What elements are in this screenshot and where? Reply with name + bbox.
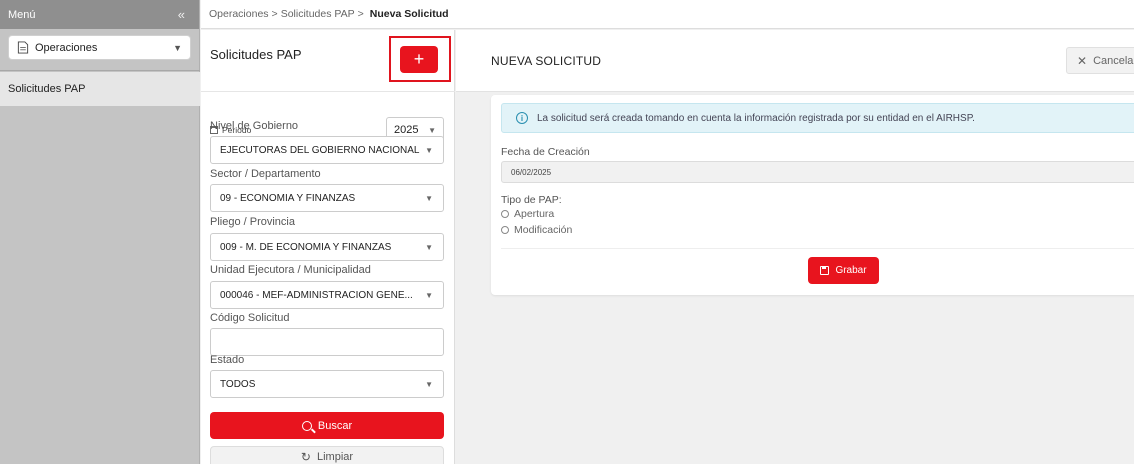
sector-value: 09 - ECONOMIA Y FINANZAS bbox=[220, 192, 356, 204]
add-button[interactable]: + bbox=[400, 46, 438, 73]
radio-circle-icon bbox=[501, 226, 509, 234]
pliego-select[interactable]: 009 - M. DE ECONOMIA Y FINANZAS ▼ bbox=[210, 233, 444, 261]
double-chevron-left-icon[interactable]: « bbox=[178, 7, 185, 22]
radio-apertura-label: Apertura bbox=[514, 208, 555, 220]
info-message: La solicitud será creada tomando en cuen… bbox=[537, 112, 975, 124]
sidebar-divider bbox=[0, 70, 200, 71]
sidebar-item-label: Solicitudes PAP bbox=[8, 83, 86, 95]
module-select[interactable]: Operaciones ▼ bbox=[8, 35, 191, 60]
breadcrumb-separator: > bbox=[271, 8, 278, 20]
sidebar-header: Menú « bbox=[0, 0, 199, 29]
breadcrumb-item-operaciones[interactable]: Operaciones bbox=[209, 8, 269, 20]
breadcrumb-separator: > bbox=[357, 8, 364, 20]
unidad-label: Unidad Ejecutora / Municipalidad bbox=[210, 264, 371, 276]
panel-divider bbox=[201, 91, 455, 92]
buscar-button[interactable]: Buscar bbox=[210, 412, 444, 439]
module-select-label: Operaciones bbox=[35, 41, 98, 54]
panel-title: Solicitudes PAP bbox=[210, 47, 302, 62]
caret-down-icon: ▼ bbox=[425, 145, 433, 155]
limpiar-button[interactable]: ↻ Limpiar bbox=[210, 446, 444, 464]
caret-down-icon: ▼ bbox=[425, 242, 433, 252]
grabar-button[interactable]: Grabar bbox=[808, 257, 879, 284]
filter-panel: Solicitudes PAP + Periodo 2025 ▼ Nivel d… bbox=[201, 30, 455, 464]
sidebar-item-solicitudes-pap[interactable]: Solicitudes PAP bbox=[0, 72, 200, 106]
nivel-select[interactable]: EJECUTORAS DEL GOBIERNO NACIONAL ▼ bbox=[210, 136, 444, 164]
breadcrumb-item-solicitudes[interactable]: Solicitudes PAP bbox=[281, 8, 355, 20]
close-icon: ✕ bbox=[1077, 53, 1088, 68]
nivel-value: EJECUTORAS DEL GOBIERNO NACIONAL bbox=[220, 144, 420, 156]
sector-select[interactable]: 09 - ECONOMIA Y FINANZAS ▼ bbox=[210, 184, 444, 212]
chevron-down-icon: ▼ bbox=[173, 42, 182, 53]
caret-down-icon: ▼ bbox=[425, 379, 433, 389]
fecha-label: Fecha de Creación bbox=[501, 146, 590, 158]
unidad-value: 000046 - MEF-ADMINISTRACION GENE... bbox=[220, 289, 413, 301]
radio-modificacion[interactable]: Modificación bbox=[501, 224, 572, 236]
sidebar-title: Menú bbox=[8, 8, 36, 21]
estado-value: TODOS bbox=[220, 378, 256, 390]
save-icon bbox=[820, 266, 830, 275]
card-divider bbox=[501, 248, 1134, 249]
estado-label: Estado bbox=[210, 354, 245, 366]
unidad-select[interactable]: 000046 - MEF-ADMINISTRACION GENE... ▼ bbox=[210, 281, 444, 309]
limpiar-label: Limpiar bbox=[316, 451, 354, 463]
caret-down-icon: ▼ bbox=[425, 290, 433, 300]
fecha-value: 06/02/2025 bbox=[511, 167, 552, 177]
radio-apertura[interactable]: Apertura bbox=[501, 208, 554, 220]
grabar-label: Grabar bbox=[835, 265, 867, 276]
pliego-label: Pliego / Provincia bbox=[210, 216, 295, 228]
radio-circle-icon bbox=[501, 210, 509, 218]
breadcrumb-current: Nueva Solicitud bbox=[369, 8, 449, 20]
caret-down-icon: ▼ bbox=[428, 125, 436, 135]
info-alert: i La solicitud será creada tomando en cu… bbox=[501, 103, 1134, 133]
info-icon: i bbox=[516, 112, 528, 124]
estado-select[interactable]: TODOS ▼ bbox=[210, 370, 444, 398]
cancel-label: Cancelar bbox=[1093, 54, 1134, 67]
detail-header: NUEVA SOLICITUD ✕ Cancelar bbox=[456, 30, 1134, 92]
breadcrumb: Operaciones > Solicitudes PAP > Nueva So… bbox=[201, 0, 1134, 29]
tipo-label: Tipo de PAP: bbox=[501, 194, 562, 206]
fecha-field: 06/02/2025 bbox=[501, 161, 1134, 183]
document-icon bbox=[17, 41, 29, 54]
codigo-label: Código Solicitud bbox=[210, 312, 290, 324]
refresh-icon: ↻ bbox=[300, 450, 311, 464]
periodo-value: 2025 bbox=[394, 124, 419, 136]
form-card: i La solicitud será creada tomando en cu… bbox=[491, 95, 1134, 295]
buscar-label: Buscar bbox=[317, 419, 353, 432]
caret-down-icon: ▼ bbox=[425, 193, 433, 203]
pliego-value: 009 - M. DE ECONOMIA Y FINANZAS bbox=[220, 241, 392, 253]
codigo-input[interactable] bbox=[210, 328, 444, 356]
sidebar: Menú « Operaciones ▼ Solicitudes PAP bbox=[0, 0, 200, 464]
cancel-button[interactable]: ✕ Cancelar bbox=[1066, 47, 1134, 74]
search-icon bbox=[301, 420, 312, 431]
detail-panel: NUEVA SOLICITUD ✕ Cancelar i La solicitu… bbox=[456, 30, 1134, 464]
sector-label: Sector / Departamento bbox=[210, 168, 321, 180]
radio-modificacion-label: Modificación bbox=[514, 224, 573, 236]
detail-title: NUEVA SOLICITUD bbox=[491, 54, 602, 68]
nivel-label: Nivel de Gobierno bbox=[210, 120, 299, 132]
